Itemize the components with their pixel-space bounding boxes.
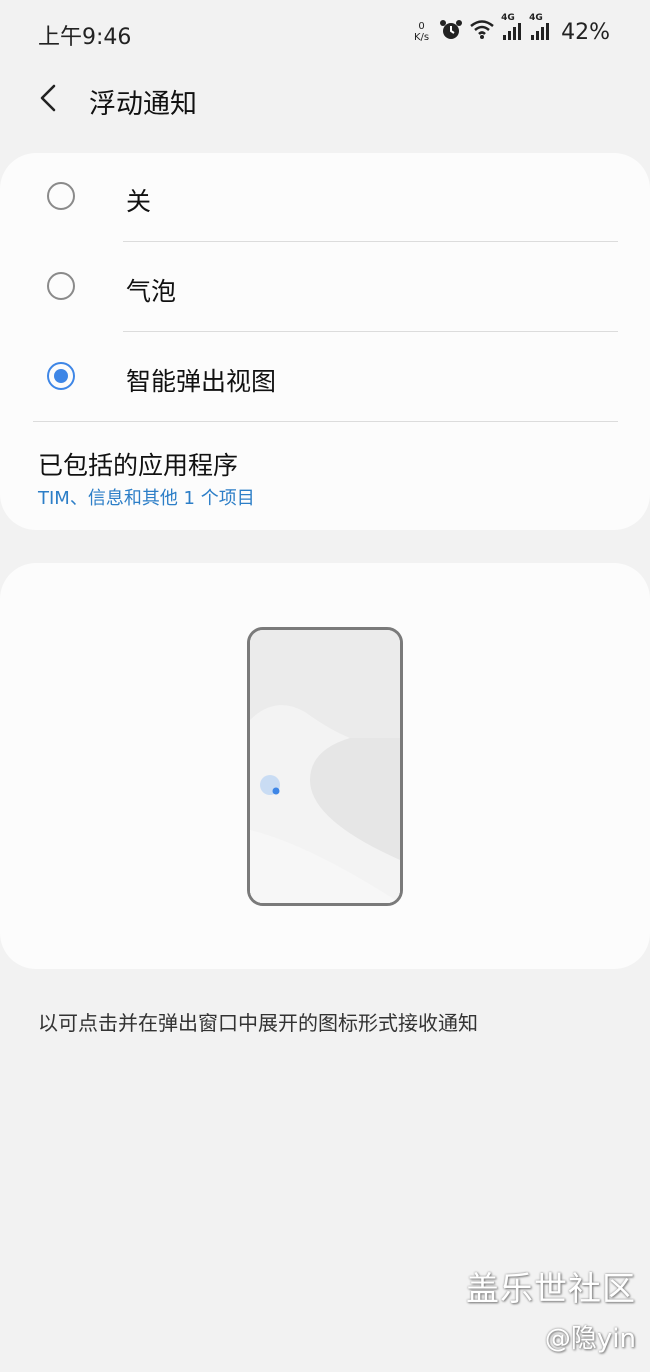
option-off[interactable]: 关 <box>0 153 650 243</box>
status-time: 上午9:46 <box>38 25 132 50</box>
option-smart-popup-label: 智能弹出视图 <box>126 367 277 396</box>
signal-label-2: 4G <box>529 13 543 23</box>
feature-description: 以可点击并在弹出窗口中展开的图标形式接收通知 <box>38 1011 478 1035</box>
alarm-icon <box>439 18 463 46</box>
options-card: 关 气泡 智能弹出视图 已包括的应用程序 TIM、信息和其他 1 个项目 <box>0 153 650 530</box>
signal-icon-sim2: 4G <box>529 13 551 45</box>
status-bar: 上午9:46 0 K/s 4G 4G 42% <box>0 0 650 64</box>
signal-icon-sim1: 4G <box>501 13 523 45</box>
radio-smart-popup[interactable] <box>47 362 75 390</box>
included-apps-title: 已包括的应用程序 <box>38 451 239 480</box>
watermark-user: @隐yin <box>544 1324 636 1354</box>
preview-card <box>0 563 650 969</box>
status-icons: 0 K/s 4G 4G 42% <box>414 13 610 47</box>
divider <box>123 241 618 242</box>
option-smart-popup[interactable]: 智能弹出视图 <box>0 333 650 423</box>
phone-illustration <box>247 627 403 906</box>
net-speed-unit: K/s <box>413 32 430 43</box>
divider <box>33 421 618 422</box>
option-bubble[interactable]: 气泡 <box>0 243 650 333</box>
wifi-icon <box>469 19 495 45</box>
net-speed-value: 0 <box>418 21 425 32</box>
option-off-label: 关 <box>126 187 152 216</box>
divider <box>123 331 618 332</box>
net-speed-indicator: 0 K/s <box>414 21 429 43</box>
signal-label-1: 4G <box>501 13 515 23</box>
app-header: 浮动通知 <box>0 64 650 134</box>
option-bubble-label: 气泡 <box>126 277 177 306</box>
radio-off[interactable] <box>47 182 75 210</box>
radio-bubble[interactable] <box>47 272 75 300</box>
phone-screen-illustration <box>250 630 400 903</box>
included-apps-subtitle: TIM、信息和其他 1 个项目 <box>38 488 255 509</box>
chevron-left-icon <box>30 84 70 122</box>
page-title: 浮动通知 <box>89 89 197 120</box>
back-button[interactable] <box>30 78 70 118</box>
watermark-logo: 盖乐世社区 <box>466 1269 636 1308</box>
battery-level: 42% <box>561 19 610 45</box>
